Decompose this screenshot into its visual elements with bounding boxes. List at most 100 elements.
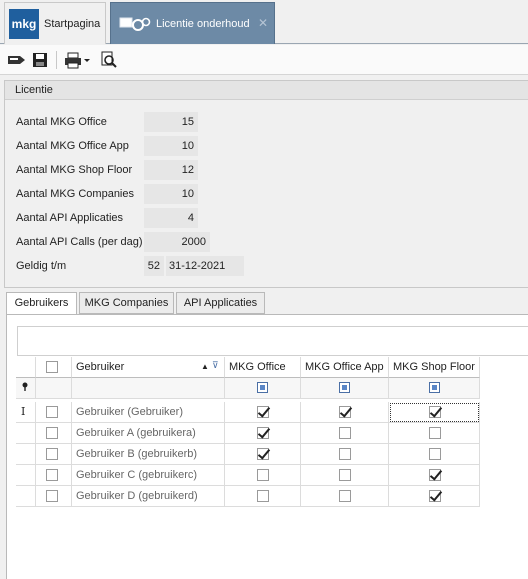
mkg-office-cell[interactable]: [225, 444, 301, 465]
tab-licentie-onderhoud[interactable]: Licentie onderhoud ✕: [110, 2, 275, 44]
mkg-office-app-cell[interactable]: [301, 423, 389, 444]
column-header-gebruiker[interactable]: Gebruiker ▲ ⊽: [72, 357, 225, 378]
mkg-office-cell[interactable]: [225, 402, 301, 423]
field-value-office-app: 10: [144, 136, 198, 156]
mkg-shop-floor-cell[interactable]: [389, 486, 480, 507]
field-label-office: Aantal MKG Office: [16, 116, 107, 128]
mkg-shop-floor-checkbox[interactable]: [429, 490, 441, 502]
row-select-cell[interactable]: [36, 402, 72, 423]
select-all-header[interactable]: [36, 357, 72, 378]
row-select-cell[interactable]: [36, 465, 72, 486]
gebruiker-name-cell[interactable]: Gebruiker A (gebruikera): [72, 423, 225, 444]
mkg-shop-floor-checkbox[interactable]: [429, 448, 441, 460]
gebruiker-name-cell[interactable]: Gebruiker C (gebruikerc): [72, 465, 225, 486]
print-preview-icon[interactable]: [100, 51, 120, 69]
row-indicator: [16, 423, 36, 444]
tab-licentie-onderhoud-label: Licentie onderhoud: [156, 17, 250, 30]
field-label-shop-floor: Aantal MKG Shop Floor: [16, 164, 133, 176]
mkg-logo: mkg: [9, 8, 39, 39]
mkg-office-cell[interactable]: [225, 423, 301, 444]
mkg-office-checkbox[interactable]: [257, 448, 269, 460]
column-header-mkg-office[interactable]: MKG Office: [225, 357, 301, 378]
mkg-office-app-checkbox[interactable]: [339, 469, 351, 481]
row-select-checkbox[interactable]: [46, 427, 58, 439]
gebruiker-name-cell[interactable]: Gebruiker B (gebruikerb): [72, 444, 225, 465]
row-select-cell[interactable]: [36, 486, 72, 507]
exit-icon[interactable]: [6, 51, 26, 69]
column-header-mkg-shop-floor[interactable]: MKG Shop Floor: [389, 357, 480, 378]
filter-checkbox-mkg-office-app[interactable]: [339, 382, 350, 393]
mkg-office-checkbox[interactable]: [257, 490, 269, 502]
mkg-office-app-checkbox[interactable]: [339, 490, 351, 502]
mkg-office-checkbox[interactable]: [257, 469, 269, 481]
licentie-panel: Licentie Aantal MKG Office 15 Aantal MKG…: [4, 80, 528, 288]
close-tab-icon[interactable]: ✕: [258, 16, 268, 30]
row-select-cell[interactable]: [36, 444, 72, 465]
field-label-companies: Aantal MKG Companies: [16, 188, 134, 200]
filter-cell-mkg-office-app[interactable]: [301, 378, 389, 399]
license-gears-icon: [119, 14, 151, 34]
tab-mkg-companies[interactable]: MKG Companies: [79, 292, 174, 314]
mkg-office-app-cell[interactable]: [301, 402, 389, 423]
filter-checkbox-mkg-office[interactable]: [257, 382, 268, 393]
mkg-shop-floor-cell[interactable]: [389, 402, 480, 423]
field-value-api-applicaties: 4: [144, 208, 198, 228]
group-by-bar[interactable]: [17, 326, 528, 356]
mkg-office-app-cell[interactable]: [301, 444, 389, 465]
tab-api-applicaties[interactable]: API Applicaties: [176, 292, 265, 314]
row-select-checkbox[interactable]: [46, 469, 58, 481]
mkg-office-cell[interactable]: [225, 486, 301, 507]
print-icon[interactable]: [64, 51, 82, 69]
mkg-office-app-checkbox[interactable]: [339, 427, 351, 439]
field-value-geldig-week: 52: [144, 256, 164, 276]
dropdown-arrow-icon[interactable]: [83, 51, 91, 69]
row-select-cell[interactable]: [36, 423, 72, 444]
sort-ascending-icon[interactable]: ▲: [201, 357, 209, 377]
mkg-shop-floor-checkbox[interactable]: [429, 406, 441, 418]
mkg-office-checkbox[interactable]: [257, 427, 269, 439]
mkg-shop-floor-checkbox[interactable]: [429, 469, 441, 481]
tab-startpagina-label: Startpagina: [44, 17, 101, 30]
text-cursor-icon: I: [21, 405, 26, 418]
row-indicator-header: [16, 357, 36, 378]
filter-checkbox-mkg-shop-floor[interactable]: [429, 382, 440, 393]
row-indicator: [16, 444, 36, 465]
mkg-shop-floor-cell[interactable]: [389, 423, 480, 444]
field-value-office: 15: [144, 112, 198, 132]
row-indicator: [16, 486, 36, 507]
field-value-api-calls: 2000: [144, 232, 210, 252]
mkg-office-app-cell[interactable]: [301, 486, 389, 507]
filter-cell-mkg-shop-floor[interactable]: [389, 378, 480, 399]
column-header-mkg-office-app[interactable]: MKG Office App: [301, 357, 389, 378]
gebruiker-name-cell[interactable]: Gebruiker (Gebruiker): [72, 402, 225, 423]
column-header-gebruiker-label: Gebruiker: [76, 361, 125, 373]
row-select-checkbox[interactable]: [46, 490, 58, 502]
filter-cell-mkg-office[interactable]: [225, 378, 301, 399]
mkg-office-app-checkbox[interactable]: [339, 448, 351, 460]
filter-row-indicator: [16, 378, 36, 399]
mkg-office-app-checkbox[interactable]: [339, 406, 351, 418]
filter-cell-select[interactable]: [36, 378, 72, 399]
mkg-office-checkbox[interactable]: [257, 406, 269, 418]
row-indicator: [16, 465, 36, 486]
gebruiker-name-cell[interactable]: Gebruiker D (gebruikerd): [72, 486, 225, 507]
filter-icon[interactable]: ⊽: [212, 357, 219, 375]
mkg-shop-floor-cell[interactable]: [389, 465, 480, 486]
toolbar-separator: [56, 51, 57, 69]
field-label-api-applicaties: Aantal API Applicaties: [16, 212, 124, 224]
field-value-geldig-date: 31-12-2021: [166, 256, 244, 276]
tab-startpagina[interactable]: mkg Startpagina: [4, 2, 106, 44]
row-select-checkbox[interactable]: [46, 448, 58, 460]
field-label-geldig: Geldig t/m: [16, 260, 67, 272]
mkg-office-app-cell[interactable]: [301, 465, 389, 486]
mkg-office-cell[interactable]: [225, 465, 301, 486]
row-indicator: I: [16, 402, 36, 423]
mkg-shop-floor-cell[interactable]: [389, 444, 480, 465]
filter-cell-gebruiker[interactable]: [72, 378, 225, 399]
save-icon[interactable]: [31, 51, 51, 69]
select-all-checkbox[interactable]: [46, 361, 58, 373]
row-select-checkbox[interactable]: [46, 406, 58, 418]
mkg-shop-floor-checkbox[interactable]: [429, 427, 441, 439]
pin-icon: [21, 378, 29, 398]
tab-gebruikers[interactable]: Gebruikers: [6, 292, 77, 315]
